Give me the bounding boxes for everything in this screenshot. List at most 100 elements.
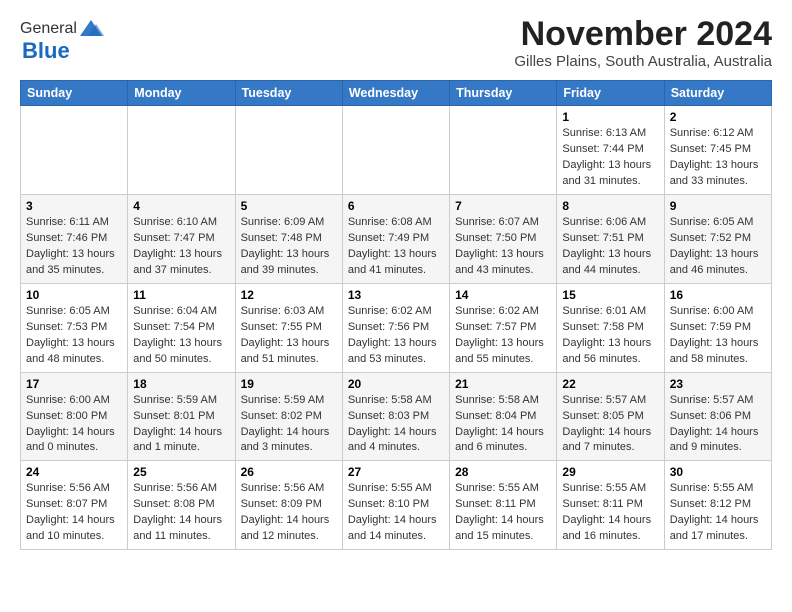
day-info: Sunrise: 5:55 AMSunset: 8:10 PMDaylight:… — [348, 481, 444, 545]
day-number: 29 — [562, 465, 658, 479]
day-info: Sunrise: 6:10 AMSunset: 7:47 PMDaylight:… — [133, 215, 229, 279]
day-number: 14 — [455, 288, 551, 302]
calendar-week-row: 3 Sunrise: 6:11 AMSunset: 7:46 PMDaylight… — [21, 195, 772, 284]
day-number: 23 — [670, 377, 766, 391]
calendar-day: 30 Sunrise: 5:55 AMSunset: 8:12 PMDayligh… — [664, 461, 771, 550]
day-info: Sunrise: 5:57 AMSunset: 8:05 PMDaylight:… — [562, 393, 658, 457]
logo-blue-text: Blue — [22, 38, 70, 64]
calendar-day: 27 Sunrise: 5:55 AMSunset: 8:10 PMDayligh… — [342, 461, 449, 550]
day-number: 8 — [562, 199, 658, 213]
day-number: 24 — [26, 465, 122, 479]
title-block: November 2024 Gilles Plains, South Austr… — [514, 16, 772, 70]
calendar-day: 6 Sunrise: 6:08 AMSunset: 7:49 PMDaylight… — [342, 195, 449, 284]
day-number: 26 — [241, 465, 337, 479]
calendar-header-saturday: Saturday — [664, 81, 771, 106]
calendar-header-tuesday: Tuesday — [235, 81, 342, 106]
day-number: 1 — [562, 110, 658, 124]
calendar-day: 7Sunrise: 6:07 AMSunset: 7:50 PMDaylight… — [450, 195, 557, 284]
calendar-day: 23Sunrise: 5:57 AMSunset: 8:06 PMDayligh… — [664, 372, 771, 461]
day-number: 28 — [455, 465, 551, 479]
day-number: 4 — [133, 199, 229, 213]
day-number: 2 — [670, 110, 766, 124]
calendar-day: 24 Sunrise: 5:56 AMSunset: 8:07 PMDayligh… — [21, 461, 128, 550]
calendar-day: 1 Sunrise: 6:13 AMSunset: 7:44 PMDaylight… — [557, 106, 664, 195]
calendar-day: 18Sunrise: 5:59 AMSunset: 8:01 PMDayligh… — [128, 372, 235, 461]
logo: General Blue — [20, 16, 104, 64]
day-info: Sunrise: 6:04 AMSunset: 7:54 PMDaylight:… — [133, 304, 229, 368]
calendar-table: SundayMondayTuesdayWednesdayThursdayFrid… — [20, 80, 772, 550]
calendar-week-row: 10 Sunrise: 6:05 AMSunset: 7:53 PMDayligh… — [21, 283, 772, 372]
calendar-day: 16 Sunrise: 6:00 AMSunset: 7:59 PMDayligh… — [664, 283, 771, 372]
day-number: 12 — [241, 288, 337, 302]
day-info: Sunrise: 6:08 AMSunset: 7:49 PMDaylight:… — [348, 215, 444, 279]
calendar-day: 28 Sunrise: 5:55 AMSunset: 8:11 PMDayligh… — [450, 461, 557, 550]
day-info: Sunrise: 6:03 AMSunset: 7:55 PMDaylight:… — [241, 304, 337, 368]
day-number: 7 — [455, 199, 551, 213]
day-number: 11 — [133, 288, 229, 302]
day-number: 15 — [562, 288, 658, 302]
calendar-day: 17Sunrise: 6:00 AMSunset: 8:00 PMDayligh… — [21, 372, 128, 461]
day-info: Sunrise: 5:55 AMSunset: 8:11 PMDaylight:… — [455, 481, 551, 545]
day-number: 16 — [670, 288, 766, 302]
calendar-day — [342, 106, 449, 195]
day-info: Sunrise: 5:59 AMSunset: 8:01 PMDaylight:… — [133, 393, 229, 457]
day-number: 27 — [348, 465, 444, 479]
header: General Blue November 2024 Gilles Plains… — [20, 16, 772, 70]
day-info: Sunrise: 6:06 AMSunset: 7:51 PMDaylight:… — [562, 215, 658, 279]
day-info: Sunrise: 6:02 AMSunset: 7:56 PMDaylight:… — [348, 304, 444, 368]
calendar-day: 11 Sunrise: 6:04 AMSunset: 7:54 PMDayligh… — [128, 283, 235, 372]
logo-icon — [78, 16, 104, 42]
page-subtitle: Gilles Plains, South Australia, Australi… — [514, 53, 772, 70]
calendar-day: 8 Sunrise: 6:06 AMSunset: 7:51 PMDaylight… — [557, 195, 664, 284]
calendar-day: 13 Sunrise: 6:02 AMSunset: 7:56 PMDayligh… — [342, 283, 449, 372]
calendar-day: 21Sunrise: 5:58 AMSunset: 8:04 PMDayligh… — [450, 372, 557, 461]
day-info: Sunrise: 6:11 AMSunset: 7:46 PMDaylight:… — [26, 215, 122, 279]
day-info: Sunrise: 5:56 AMSunset: 8:08 PMDaylight:… — [133, 481, 229, 545]
day-info: Sunrise: 6:05 AMSunset: 7:53 PMDaylight:… — [26, 304, 122, 368]
day-info: Sunrise: 5:55 AMSunset: 8:12 PMDaylight:… — [670, 481, 766, 545]
day-number: 19 — [241, 377, 337, 391]
day-info: Sunrise: 6:05 AMSunset: 7:52 PMDaylight:… — [670, 215, 766, 279]
page: General Blue November 2024 Gilles Plains… — [0, 0, 792, 566]
day-info: Sunrise: 5:55 AMSunset: 8:11 PMDaylight:… — [562, 481, 658, 545]
day-number: 10 — [26, 288, 122, 302]
calendar-day — [450, 106, 557, 195]
day-number: 13 — [348, 288, 444, 302]
calendar-header-friday: Friday — [557, 81, 664, 106]
day-number: 17 — [26, 377, 122, 391]
calendar-day: 4 Sunrise: 6:10 AMSunset: 7:47 PMDaylight… — [128, 195, 235, 284]
calendar-day: 22 Sunrise: 5:57 AMSunset: 8:05 PMDayligh… — [557, 372, 664, 461]
calendar-day: 14 Sunrise: 6:02 AMSunset: 7:57 PMDayligh… — [450, 283, 557, 372]
day-number: 5 — [241, 199, 337, 213]
calendar-header-monday: Monday — [128, 81, 235, 106]
calendar-day: 3 Sunrise: 6:11 AMSunset: 7:46 PMDaylight… — [21, 195, 128, 284]
day-info: Sunrise: 6:13 AMSunset: 7:44 PMDaylight:… — [562, 126, 658, 190]
calendar-week-row: 17Sunrise: 6:00 AMSunset: 8:00 PMDayligh… — [21, 372, 772, 461]
day-number: 25 — [133, 465, 229, 479]
calendar-day: 26Sunrise: 5:56 AMSunset: 8:09 PMDayligh… — [235, 461, 342, 550]
day-info: Sunrise: 5:56 AMSunset: 8:07 PMDaylight:… — [26, 481, 122, 545]
day-info: Sunrise: 6:00 AMSunset: 7:59 PMDaylight:… — [670, 304, 766, 368]
calendar-day: 12 Sunrise: 6:03 AMSunset: 7:55 PMDayligh… — [235, 283, 342, 372]
calendar-day: 15 Sunrise: 6:01 AMSunset: 7:58 PMDayligh… — [557, 283, 664, 372]
day-number: 3 — [26, 199, 122, 213]
calendar-day — [128, 106, 235, 195]
calendar-week-row: 24 Sunrise: 5:56 AMSunset: 8:07 PMDayligh… — [21, 461, 772, 550]
day-number: 21 — [455, 377, 551, 391]
calendar-day: 29 Sunrise: 5:55 AMSunset: 8:11 PMDayligh… — [557, 461, 664, 550]
day-info: Sunrise: 6:02 AMSunset: 7:57 PMDaylight:… — [455, 304, 551, 368]
day-info: Sunrise: 6:09 AMSunset: 7:48 PMDaylight:… — [241, 215, 337, 279]
calendar-day: 2Sunrise: 6:12 AMSunset: 7:45 PMDaylight… — [664, 106, 771, 195]
day-number: 22 — [562, 377, 658, 391]
day-info: Sunrise: 6:01 AMSunset: 7:58 PMDaylight:… — [562, 304, 658, 368]
calendar-day: 5 Sunrise: 6:09 AMSunset: 7:48 PMDaylight… — [235, 195, 342, 284]
day-number: 20 — [348, 377, 444, 391]
calendar-header-sunday: Sunday — [21, 81, 128, 106]
calendar-day: 20 Sunrise: 5:58 AMSunset: 8:03 PMDayligh… — [342, 372, 449, 461]
calendar-header-thursday: Thursday — [450, 81, 557, 106]
calendar-day — [21, 106, 128, 195]
day-number: 9 — [670, 199, 766, 213]
day-number: 6 — [348, 199, 444, 213]
day-number: 30 — [670, 465, 766, 479]
day-info: Sunrise: 5:58 AMSunset: 8:03 PMDaylight:… — [348, 393, 444, 457]
